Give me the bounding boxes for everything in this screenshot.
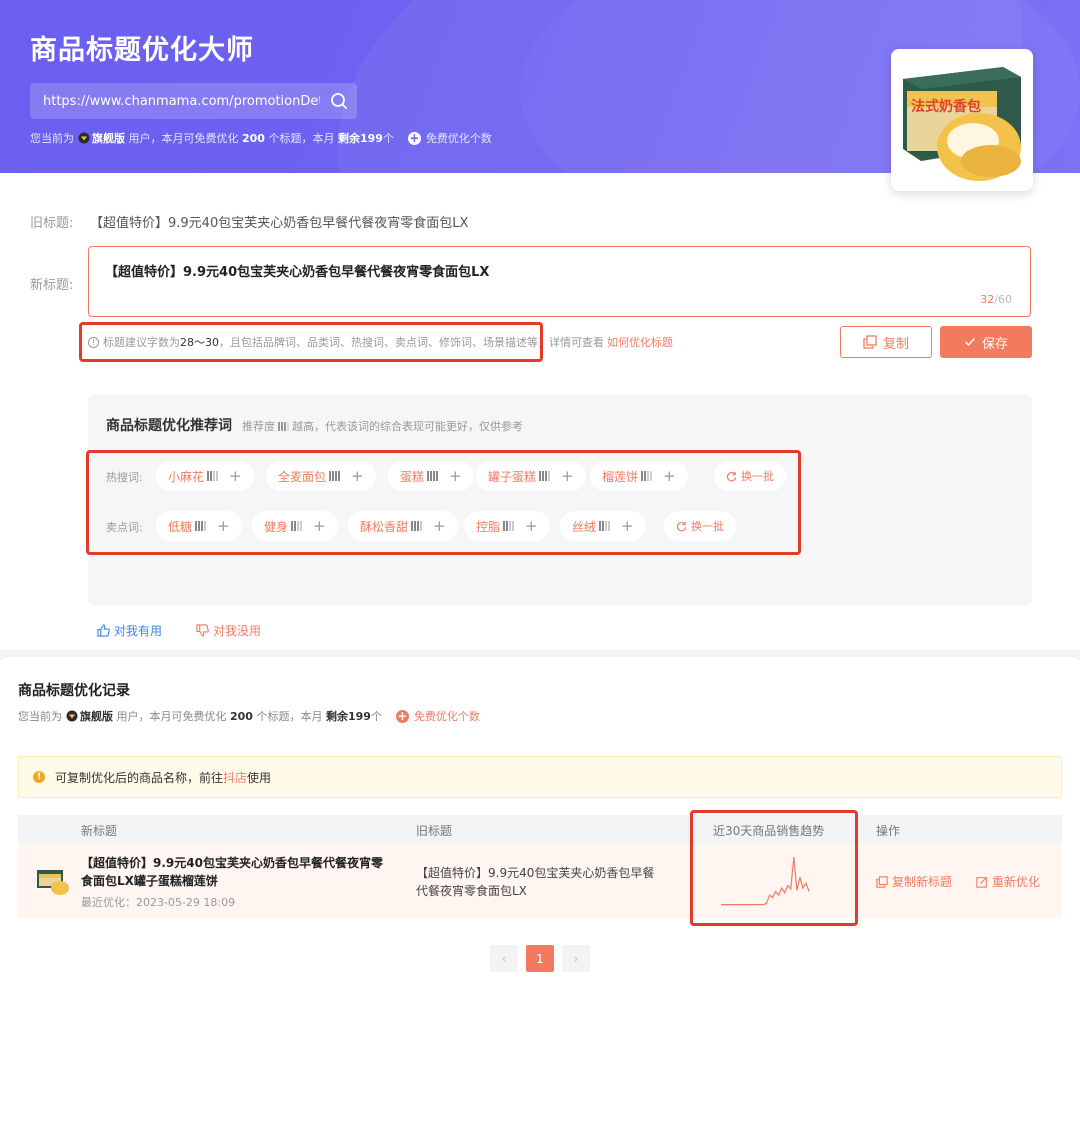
col-new-title: 新标题: [81, 824, 118, 838]
copy-new-title-button[interactable]: 复制新标题: [876, 873, 952, 890]
highlight-frame-keywords: [86, 450, 801, 555]
notice-banner: ! 可复制优化后的商品名称，前往 抖店 使用: [18, 756, 1062, 798]
edit-icon: [976, 876, 987, 888]
search-icon[interactable]: [330, 92, 348, 110]
recommend-subtitle: 推荐度 越高，代表该词的综合表现可能更好，仅供参考: [242, 420, 523, 433]
page-title: 商品标题优化大师: [30, 35, 254, 66]
records-quota-info: 您当前为 旗舰版 用户，本月可免费优化 200 个标题，本月 剩余199 个 +…: [18, 708, 480, 724]
record-old-title: 【超值特价】9.9元40包宝芙夹心奶香包早餐代餐夜宵零食面包LX: [416, 866, 655, 898]
useless-button[interactable]: 对我没用: [196, 622, 261, 639]
highlight-frame-trend: [690, 810, 858, 926]
old-title-text: 【超值特价】9.9元40包宝芙夹心奶香包早餐代餐夜宵零食面包LX: [90, 216, 469, 231]
old-title-label: 旧标题:: [30, 216, 74, 231]
free-quota-link[interactable]: 免费优化个数: [426, 130, 492, 146]
free-quota-link[interactable]: 免费优化个数: [414, 708, 480, 724]
thumbs-down-icon: [196, 624, 209, 637]
record-recent-time: 最近优化：2023-05-29 18:09: [81, 896, 236, 909]
product-image: 法式奶香包: [891, 49, 1033, 191]
table-row: 【超值特价】9.9元40包宝芙夹心奶香包早餐代餐夜宵零食面包LX罐子蛋糕榴莲饼 …: [18, 844, 1062, 918]
warning-icon: !: [33, 771, 45, 783]
svg-text:法式奶香包: 法式奶香包: [911, 98, 981, 115]
url-input[interactable]: [30, 83, 320, 119]
new-title-label: 新标题:: [30, 278, 74, 293]
new-title-value[interactable]: 【超值特价】9.9元40包宝芙夹心奶香包早餐代餐夜宵零食面包LX: [105, 261, 489, 280]
recommend-title: 商品标题优化推荐词: [106, 418, 232, 434]
quota-info: 您当前为 旗舰版 用户，本月可免费优化 200 个标题，本月 剩余199 个 +…: [30, 130, 492, 146]
record-new-title: 【超值特价】9.9元40包宝芙夹心奶香包早餐代餐夜宵零食面包LX罐子蛋糕榴莲饼: [81, 856, 383, 888]
url-search-box: [30, 83, 357, 119]
col-old-title: 旧标题: [416, 824, 453, 838]
plus-circle-icon: +: [395, 708, 409, 723]
product-thumbnail: [37, 870, 69, 895]
highlight-frame-tip: [79, 322, 543, 362]
records-title: 商品标题优化记录: [18, 683, 130, 699]
char-counter: 32/60: [980, 293, 1012, 306]
col-actions: 操作: [876, 824, 901, 838]
save-button[interactable]: 保存: [940, 326, 1032, 358]
pagination: ‹ 1 ›: [490, 945, 590, 972]
prev-page-button[interactable]: ‹: [490, 945, 518, 972]
copy-icon: [863, 335, 877, 349]
check-icon: [964, 337, 976, 347]
plus-circle-icon: +: [407, 130, 421, 145]
useful-button[interactable]: 对我有用: [97, 622, 162, 639]
vip-badge-icon: [78, 132, 90, 144]
vip-badge-icon: [66, 710, 78, 722]
douyin-shop-link[interactable]: 抖店: [223, 769, 247, 786]
how-to-optimize-link[interactable]: 如何优化标题: [607, 334, 673, 350]
copy-icon: [876, 875, 888, 888]
level-bars-icon: [278, 421, 289, 431]
thumbs-up-icon: [97, 624, 110, 637]
new-title-textarea[interactable]: 【超值特价】9.9元40包宝芙夹心奶香包早餐代餐夜宵零食面包LX 32/60: [88, 246, 1031, 317]
table-header: 新标题 旧标题 近30天商品销售趋势 操作: [18, 815, 1062, 844]
copy-button[interactable]: 复制: [840, 326, 932, 358]
page-1-button[interactable]: 1: [526, 945, 554, 972]
next-page-button[interactable]: ›: [562, 945, 590, 972]
reoptimize-button[interactable]: 重新优化: [976, 873, 1040, 890]
